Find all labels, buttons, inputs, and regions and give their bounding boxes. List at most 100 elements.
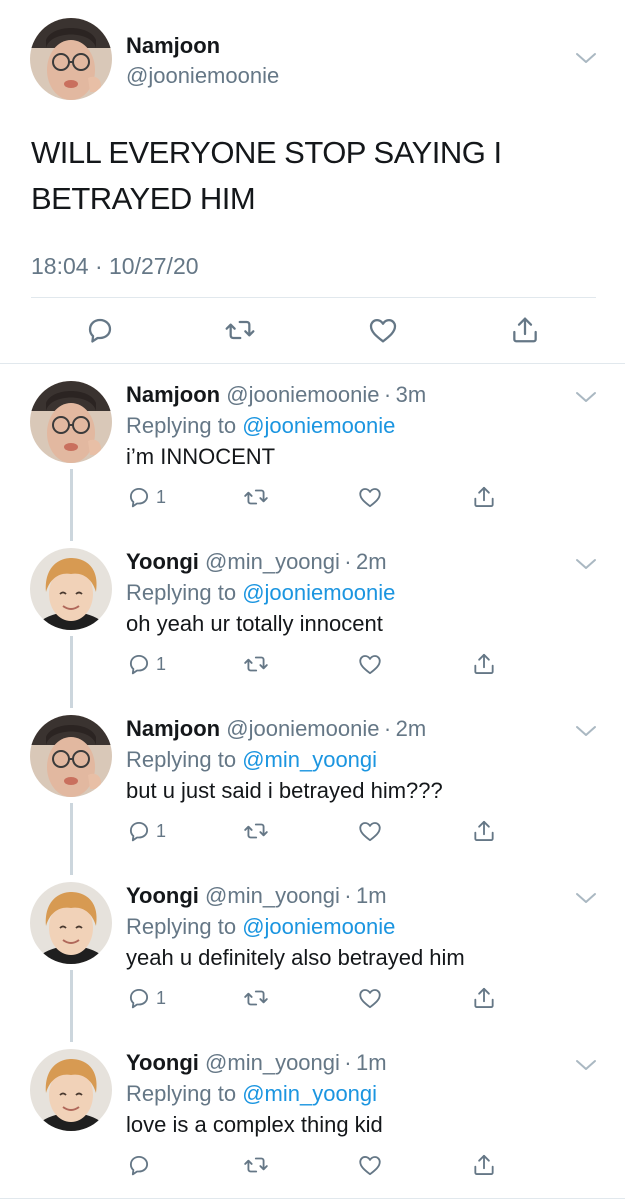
author-handle[interactable]: @jooniemoonie: [126, 63, 279, 89]
reply-text: i’m INNOCENT: [126, 444, 276, 469]
tweet-timestamp[interactable]: 18:04 · 10/27/20: [31, 253, 199, 280]
share-icon[interactable]: [509, 314, 541, 346]
chevron-down-icon[interactable]: [574, 723, 598, 739]
heart-icon[interactable]: [357, 985, 383, 1011]
reply-icon[interactable]: [126, 484, 152, 510]
heart-icon[interactable]: [357, 818, 383, 844]
share-icon[interactable]: [471, 651, 497, 677]
author-handle[interactable]: @jooniemoonie: [226, 382, 379, 407]
author-name[interactable]: Yoongi: [126, 549, 199, 574]
replying-to: Replying to @jooniemoonie: [126, 914, 395, 940]
reply-actions: 1: [0, 818, 625, 846]
avatar[interactable]: [30, 715, 112, 797]
reply-header: Yoongi @min_yoongi · 1m: [126, 883, 387, 909]
heart-icon[interactable]: [357, 1152, 383, 1178]
replying-label: Replying to: [126, 1081, 243, 1106]
main-tweet: Namjoon @jooniemoonie WILL EVERYONE STOP…: [0, 0, 625, 364]
reply-text: love is a complex thing kid: [126, 1112, 383, 1137]
replying-to: Replying to @jooniemoonie: [126, 413, 395, 439]
reply-header: Yoongi @min_yoongi · 2m: [126, 549, 387, 575]
reply-count: 1: [156, 654, 167, 674]
reply-time[interactable]: 2m: [396, 716, 427, 741]
reply-header: Namjoon @jooniemoonie · 3m: [126, 382, 426, 408]
divider: [0, 363, 625, 364]
reply-actions: 1: [0, 484, 625, 512]
author-handle[interactable]: @min_yoongi: [205, 549, 340, 574]
reply-actions: 1: [0, 985, 625, 1013]
tweet-text: WILL EVERYONE STOP SAYING I BETRAYED HIM: [31, 135, 502, 216]
avatar[interactable]: [30, 18, 112, 100]
replying-label: Replying to: [126, 413, 243, 438]
replying-to: Replying to @jooniemoonie: [126, 580, 395, 606]
author-name[interactable]: Yoongi: [126, 1050, 199, 1075]
separator: ·: [339, 883, 357, 908]
mention-link[interactable]: @jooniemoonie: [242, 914, 395, 939]
reply-tweet[interactable]: Namjoon @jooniemoonie · 3m Replying to @…: [0, 369, 625, 541]
chevron-down-icon[interactable]: [574, 890, 598, 906]
reply-tweet[interactable]: Yoongi @min_yoongi · 1m Replying to @min…: [0, 1037, 625, 1200]
separator: ·: [379, 716, 396, 741]
tweet-actions: [0, 314, 625, 348]
mention-link[interactable]: @min_yoongi: [242, 1081, 377, 1106]
reply-tweet[interactable]: Namjoon @jooniemoonie · 2m Replying to @…: [0, 703, 625, 875]
replying-label: Replying to: [126, 914, 243, 939]
reply-icon[interactable]: [126, 818, 152, 844]
avatar[interactable]: [30, 381, 112, 463]
reply-count: 1: [156, 988, 167, 1008]
reply-icon[interactable]: [84, 314, 116, 346]
share-icon[interactable]: [471, 985, 497, 1011]
reply-count: 1: [156, 487, 167, 507]
reply-time[interactable]: 1m: [356, 883, 387, 908]
chevron-down-icon[interactable]: [574, 1057, 598, 1073]
mention-link[interactable]: @min_yoongi: [242, 747, 377, 772]
reply-text: but u just said i betrayed him???: [126, 778, 443, 803]
replying-label: Replying to: [126, 580, 243, 605]
reply-icon[interactable]: [126, 985, 152, 1011]
chevron-down-icon[interactable]: [574, 389, 598, 405]
share-icon[interactable]: [471, 484, 497, 510]
chevron-down-icon[interactable]: [574, 50, 598, 66]
reply-header: Yoongi @min_yoongi · 1m: [126, 1050, 387, 1076]
reply-icon[interactable]: [126, 651, 152, 677]
reply-icon[interactable]: [126, 1152, 152, 1178]
heart-icon[interactable]: [357, 484, 383, 510]
author-name[interactable]: Namjoon: [126, 716, 220, 741]
separator: ·: [339, 549, 357, 574]
author-handle[interactable]: @min_yoongi: [205, 883, 340, 908]
retweet-icon[interactable]: [243, 985, 269, 1011]
reply-tweet[interactable]: Yoongi @min_yoongi · 2m Replying to @joo…: [0, 536, 625, 708]
author-name[interactable]: Yoongi: [126, 883, 199, 908]
mention-link[interactable]: @jooniemoonie: [242, 413, 395, 438]
namjoon-avatar-image: [30, 18, 112, 100]
share-icon[interactable]: [471, 1152, 497, 1178]
retweet-icon[interactable]: [243, 818, 269, 844]
reply-tweet[interactable]: Yoongi @min_yoongi · 1m Replying to @joo…: [0, 870, 625, 1042]
avatar[interactable]: [30, 882, 112, 964]
author-handle[interactable]: @jooniemoonie: [226, 716, 379, 741]
reply-actions: 1: [0, 651, 625, 679]
share-icon[interactable]: [471, 818, 497, 844]
author-handle[interactable]: @min_yoongi: [205, 1050, 340, 1075]
author-name[interactable]: Namjoon: [126, 382, 220, 407]
reply-text: oh yeah ur totally innocent: [126, 611, 383, 636]
heart-icon[interactable]: [357, 651, 383, 677]
separator: ·: [339, 1050, 357, 1075]
heart-icon[interactable]: [367, 314, 399, 346]
author-name[interactable]: Namjoon: [126, 33, 220, 59]
reply-time[interactable]: 1m: [356, 1050, 387, 1075]
replying-to: Replying to @min_yoongi: [126, 1081, 377, 1107]
retweet-icon[interactable]: [243, 1152, 269, 1178]
reply-time[interactable]: 3m: [396, 382, 427, 407]
replying-to: Replying to @min_yoongi: [126, 747, 377, 773]
reply-count: 1: [156, 821, 167, 841]
retweet-icon[interactable]: [243, 651, 269, 677]
retweet-icon[interactable]: [224, 314, 256, 346]
avatar[interactable]: [30, 1049, 112, 1131]
reply-text: yeah u definitely also betrayed him: [126, 945, 465, 970]
divider: [0, 1198, 625, 1199]
reply-time[interactable]: 2m: [356, 549, 387, 574]
chevron-down-icon[interactable]: [574, 556, 598, 572]
retweet-icon[interactable]: [243, 484, 269, 510]
mention-link[interactable]: @jooniemoonie: [242, 580, 395, 605]
avatar[interactable]: [30, 548, 112, 630]
